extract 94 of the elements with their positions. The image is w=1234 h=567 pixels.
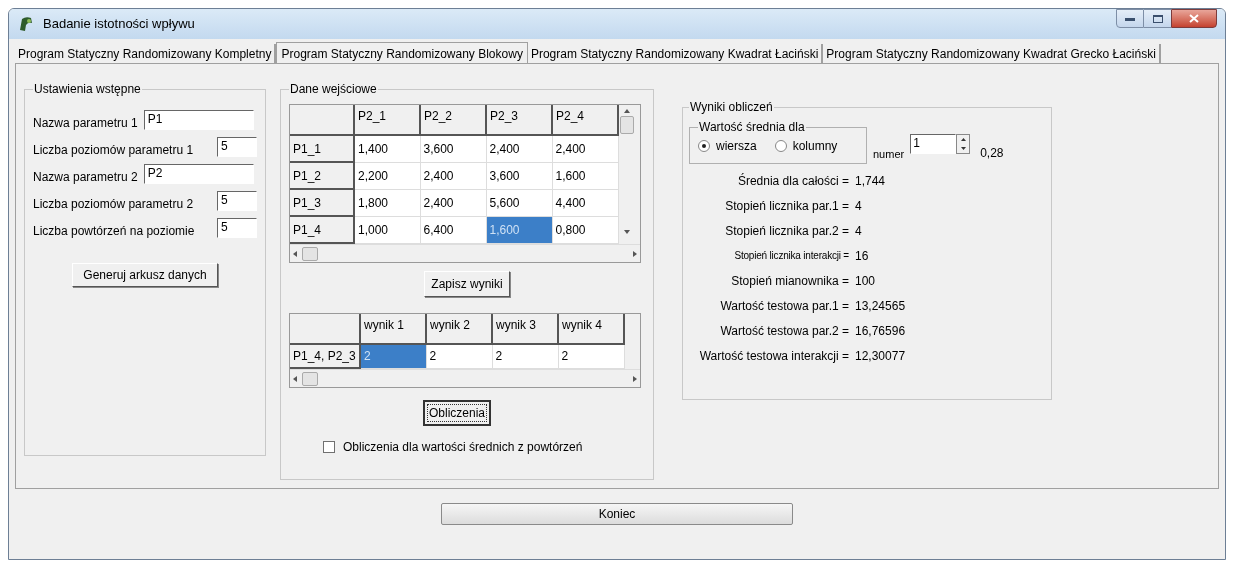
tab[interactable]: Program Statyczny Randomizowany Blokowy: [276, 42, 528, 64]
row-header: P1_4, P2_3: [290, 344, 360, 368]
grid-cell[interactable]: 4,400: [552, 189, 618, 216]
column-header: P2_3: [486, 105, 552, 135]
column-header: wynik 3: [492, 314, 558, 344]
radio-label: wiersza: [716, 138, 757, 155]
scroll-thumb[interactable]: [302, 371, 318, 386]
grid-cell[interactable]: 0,800: [552, 216, 618, 243]
field-label: Nazwa parametru 1: [33, 115, 138, 132]
checkbox-label: Obliczenia dla wartości średnich z powtórzeń: [343, 439, 583, 456]
result-value: 4: [855, 197, 862, 215]
grid-cell[interactable]: 3,600: [486, 162, 552, 189]
radio-label: kolumny: [792, 138, 838, 155]
input-field[interactable]: 5: [217, 191, 257, 211]
result-value: 12,30077: [855, 347, 906, 365]
field-label: Liczba poziomów parametru 1: [33, 142, 194, 159]
input-field[interactable]: 5: [217, 218, 257, 238]
result-value: 1,744: [855, 172, 886, 190]
checkbox[interactable]: [323, 441, 335, 453]
horizontal-scrollbar[interactable]: [290, 369, 640, 387]
result-value: 4: [855, 222, 862, 240]
result-label: Stopień mianownika =: [730, 272, 849, 290]
radio-button[interactable]: [698, 140, 710, 152]
window-title: Badanie istotności wpływu: [43, 15, 195, 34]
up-arrow-icon: [960, 138, 966, 141]
result-label: Stopień licznika interakcji =: [733, 249, 849, 263]
row-header: P1_2: [290, 162, 354, 189]
grid-cell[interactable]: 2,200: [354, 162, 420, 189]
grid-cell[interactable]: 5,600: [486, 189, 552, 216]
number-label: numer: [873, 146, 905, 162]
grid-cell[interactable]: 2,400: [420, 162, 486, 189]
result-label: Stopień licznika par.1 =: [724, 197, 849, 215]
calculate-button[interactable]: Obliczenia: [423, 400, 491, 426]
grid-cell[interactable]: 1,400: [354, 135, 420, 162]
field-label: Liczba powtórzeń na poziomie: [33, 223, 195, 240]
group-title: Wartość średnia dla: [698, 119, 806, 136]
number-result: 0,28: [980, 145, 1004, 162]
input-field[interactable]: P1: [143, 110, 254, 130]
group-title: Dane wejściowe: [289, 81, 378, 98]
minimize-button[interactable]: [1116, 9, 1144, 28]
result-value: 16,76596: [855, 322, 906, 340]
grid-cell[interactable]: 3,600: [420, 135, 486, 162]
column-header: P2_4: [552, 105, 618, 135]
right-arrow-icon: [633, 250, 637, 257]
down-arrow-icon: [624, 230, 630, 234]
column-header: wynik 2: [426, 314, 492, 344]
result-label: Wartość testowa par.1 =: [719, 297, 849, 315]
left-arrow-icon: [293, 375, 297, 382]
radio-button[interactable]: [774, 140, 787, 152]
generate-button[interactable]: Generuj arkusz danych: [72, 263, 218, 287]
grid-cell[interactable]: 2,400: [552, 135, 618, 162]
close-app-button[interactable]: Koniec: [441, 503, 793, 525]
column-header: wynik 4: [558, 314, 624, 344]
grid-cell[interactable]: 6,400: [420, 216, 486, 243]
result-label: Średnia dla całości =: [736, 172, 849, 190]
close-icon: [1189, 14, 1199, 23]
minimize-icon: [1125, 16, 1135, 21]
grid-cell[interactable]: 2,400: [486, 135, 552, 162]
input-field[interactable]: 5: [217, 137, 257, 157]
row-header: P1_3: [290, 189, 354, 216]
result-value: 13,24565: [855, 297, 906, 315]
column-header: P2_1: [354, 105, 420, 135]
grid-cell[interactable]: 1,800: [354, 189, 420, 216]
grid-cell[interactable]: 1,600: [552, 162, 618, 189]
result-label: Stopień licznika par.2 =: [724, 222, 849, 240]
right-arrow-icon: [633, 375, 637, 382]
row-header: P1_1: [290, 135, 354, 162]
maximize-button[interactable]: [1144, 9, 1171, 28]
maximize-icon: [1152, 14, 1163, 23]
horizontal-scrollbar[interactable]: [290, 244, 640, 262]
column-header: wynik 1: [360, 314, 426, 344]
input-field[interactable]: P2: [143, 164, 254, 184]
scroll-thumb[interactable]: [302, 246, 318, 261]
grid-cell[interactable]: 1,000: [354, 216, 420, 243]
up-arrow-icon: [624, 109, 630, 113]
down-arrow-icon: [960, 147, 966, 150]
save-results-button[interactable]: Zapisz wyniki: [424, 271, 510, 297]
field-label: Liczba poziomów parametru 2: [33, 196, 194, 213]
scroll-thumb[interactable]: [620, 116, 634, 134]
result-value: 100: [855, 272, 876, 290]
app-icon: [17, 15, 35, 33]
grid-cell[interactable]: 2,400: [420, 189, 486, 216]
group-title: Wyniki obliczeń: [689, 99, 774, 116]
result-label: Wartość testowa interakcji =: [698, 347, 849, 365]
result-value: 16: [855, 247, 869, 265]
number-field[interactable]: 1: [910, 134, 957, 154]
column-header: P2_2: [420, 105, 486, 135]
result-label: Wartość testowa par.2 =: [719, 322, 849, 340]
left-arrow-icon: [293, 250, 297, 257]
field-label: Nazwa parametru 2: [33, 169, 138, 186]
row-header: P1_4: [290, 216, 354, 243]
spin-buttons[interactable]: [956, 134, 971, 154]
close-button[interactable]: [1171, 9, 1217, 28]
group-title: Ustawienia wstępne: [33, 81, 142, 98]
